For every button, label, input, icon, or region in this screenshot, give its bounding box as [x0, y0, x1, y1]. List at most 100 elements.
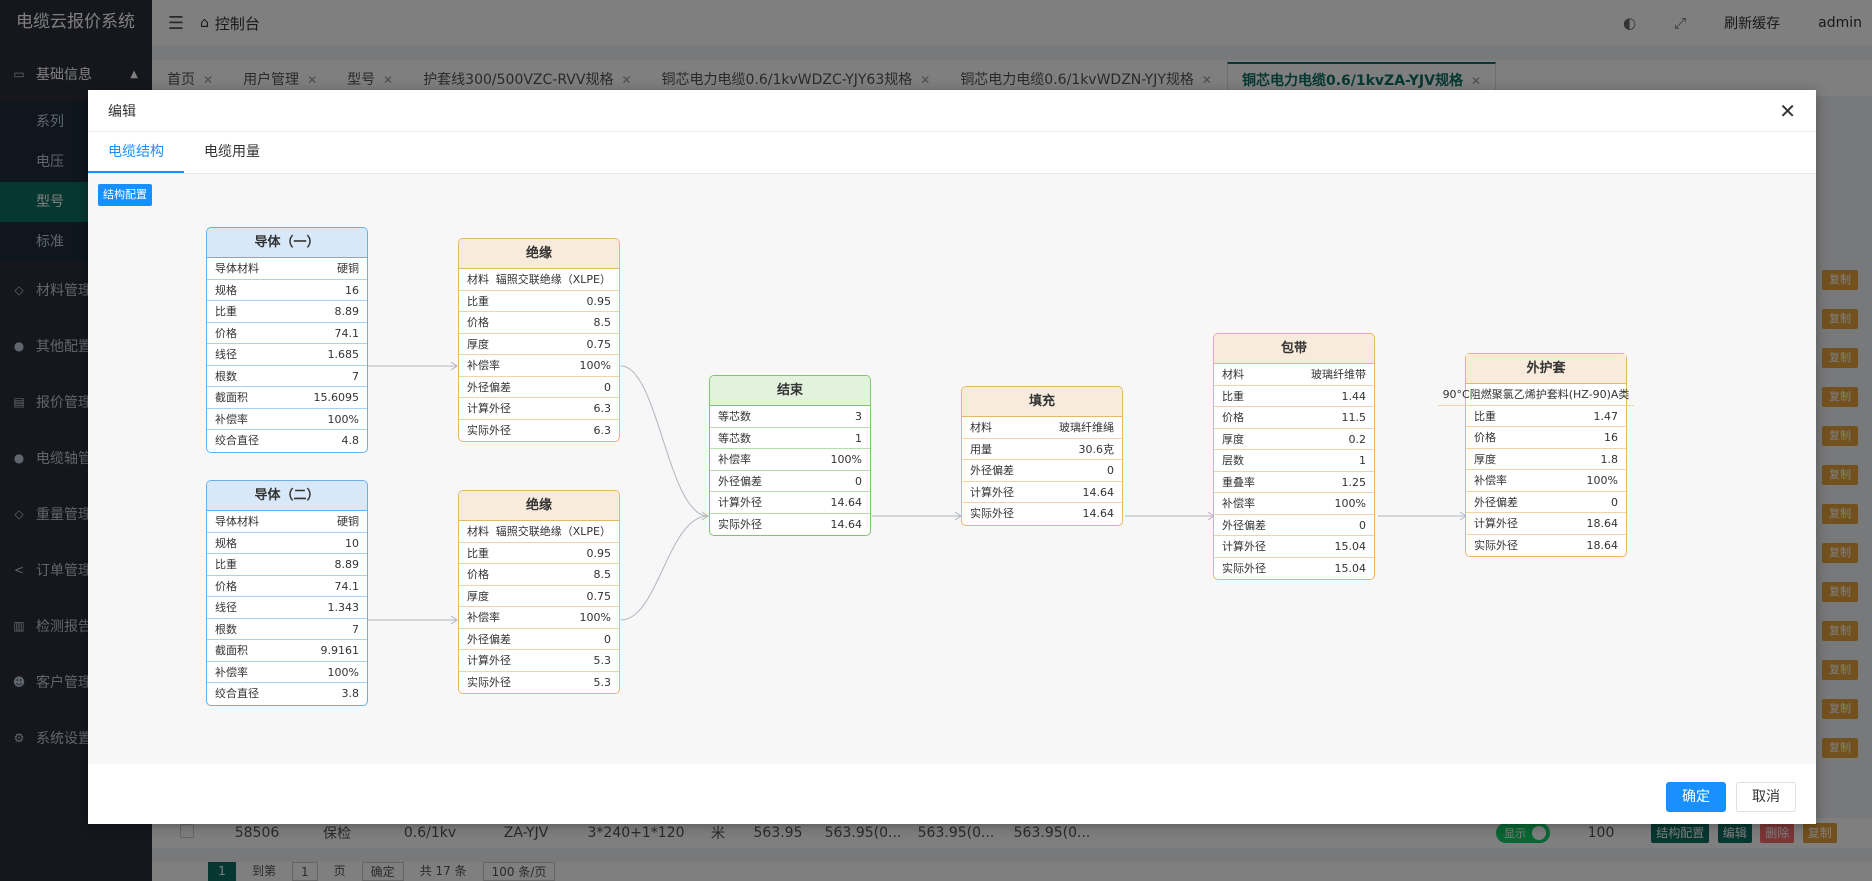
node-row-value: 10 — [345, 536, 359, 550]
node-row: 比重 0.95 — [459, 543, 619, 564]
node-row-value: 14.64 — [830, 496, 863, 509]
node-filler[interactable]: 填充 材料 玻璃纤维绳 用量 30.6克 外径偏差 0 计算外径 14.64 实际外径 14.64 — [961, 386, 1123, 526]
node-row-label: 根数 — [215, 622, 237, 636]
node-row: 补偿率 100% — [1466, 470, 1626, 492]
node-conductor-1[interactable]: 导体（一） 导体材料 硬铜 规格 16 比重 8.89 价格 74.1 线径 1.685 根数 7 截面积… — [206, 227, 368, 453]
node-row: 补偿率 100% — [207, 409, 367, 430]
node-row: 实际外径 18.64 — [1466, 535, 1626, 557]
node-row-label: 计算外径 — [1474, 517, 1518, 530]
node-row: 材料 玻璃纤维绳 — [962, 417, 1122, 439]
node-row-value: 100% — [1586, 474, 1618, 487]
node-row-value: 0 — [1359, 518, 1366, 532]
node-row-value: 74.1 — [334, 579, 360, 593]
dialog-tabs: 电缆结构 电缆用量 — [88, 132, 1816, 174]
node-row: 绞合直径 4.8 — [207, 430, 367, 452]
node-row-label: 材料 — [970, 421, 992, 434]
node-row-value: 90°C阻燃聚氯乙烯护套料(HZ-90)A类 — [1442, 388, 1630, 401]
node-row: 实际外径 14.64 — [710, 514, 870, 536]
node-row-label: 补偿率 — [467, 611, 500, 624]
node-title: 导体（二） — [207, 481, 367, 511]
node-row-label: 计算外径 — [1222, 540, 1266, 553]
node-row: 外径偏差 0 — [710, 471, 870, 492]
node-row: 规格 10 — [207, 533, 367, 554]
node-row: 补偿率 100% — [1214, 493, 1374, 515]
node-row-label: 等芯数 — [718, 431, 751, 445]
node-row-label: 比重 — [467, 294, 489, 308]
node-row-label: 实际外径 — [467, 675, 511, 689]
node-row-label: 计算外径 — [467, 654, 511, 667]
node-title: 结束 — [710, 376, 870, 406]
node-row-label: 价格 — [467, 568, 489, 581]
node-row: 绞合直径 3.8 — [207, 683, 367, 705]
node-row: 价格 74.1 — [207, 323, 367, 344]
node-row-label: 补偿率 — [718, 453, 751, 466]
close-icon[interactable]: ✕ — [1779, 99, 1796, 123]
node-row-label: 补偿率 — [467, 359, 500, 372]
node-row-value: 玻璃纤维绳 — [1059, 421, 1114, 434]
node-row: 实际外径 5.3 — [459, 672, 619, 694]
node-row-value: 0 — [604, 632, 611, 646]
node-row-value: 1.47 — [1593, 409, 1619, 423]
node-row-label: 厚度 — [1474, 452, 1496, 466]
node-row: 比重 1.47 — [1466, 406, 1626, 427]
node-row-value: 1.25 — [1341, 475, 1367, 489]
node-row-label: 根数 — [215, 369, 237, 383]
node-row-label: 外径偏差 — [467, 380, 511, 394]
link-insulation1-bundle — [620, 365, 709, 517]
node-row-value: 14.64 — [1082, 485, 1115, 499]
node-row: 计算外径 15.04 — [1214, 536, 1374, 558]
node-row-label: 外径偏差 — [718, 474, 762, 488]
node-row: 补偿率 100% — [459, 607, 619, 629]
cancel-button[interactable]: 取消 — [1736, 782, 1796, 812]
node-row: 价格 74.1 — [207, 576, 367, 597]
node-row-label: 价格 — [215, 326, 237, 340]
node-conductor-2[interactable]: 导体（二） 导体材料 硬铜 规格 10 比重 8.89 价格 74.1 线径 1.343 根数 7 截面积… — [206, 480, 368, 706]
node-row: 比重 0.95 — [459, 291, 619, 312]
node-row-label: 绞合直径 — [215, 687, 259, 700]
link-insulation2-bundle — [620, 515, 709, 621]
node-row: 根数 7 — [207, 619, 367, 640]
node-row-value: 8.89 — [334, 558, 360, 571]
node-outer-sheath[interactable]: 外护套 90°C阻燃聚氯乙烯护套料(HZ-90)A类 比重 1.47 价格 16 厚度 1.8… — [1438, 353, 1634, 557]
tab-cable-structure[interactable]: 电缆结构 — [88, 132, 184, 173]
node-row-value: 5.3 — [593, 654, 612, 667]
node-row: 外径偏差 0 — [459, 629, 619, 650]
confirm-button[interactable]: 确定 — [1666, 782, 1726, 812]
node-row: 实际外径 14.64 — [962, 503, 1122, 525]
edit-dialog: 编辑 ✕ 电缆结构 电缆用量 结构配置 导体（一） 导体材料 硬铜 规格 16 … — [88, 90, 1816, 824]
node-title: 外护套 — [1466, 354, 1626, 384]
node-row: 计算外径 14.64 — [710, 492, 870, 514]
node-row-value: 15.04 — [1334, 540, 1367, 553]
node-row-label: 价格 — [1474, 431, 1496, 444]
node-row-label: 等芯数 — [718, 410, 751, 423]
node-row: 比重 1.44 — [1214, 386, 1374, 407]
node-row-value: 0 — [1107, 464, 1114, 477]
node-row: 材料 辐照交联绝缘（XLPE） — [459, 521, 619, 543]
node-row: 线径 1.343 — [207, 597, 367, 619]
node-title: 包带 — [1214, 334, 1374, 364]
node-row-label: 重叠率 — [1222, 475, 1255, 489]
node-row-label: 导体材料 — [215, 515, 259, 528]
node-row-value: 100% — [1334, 497, 1366, 510]
node-row-label: 实际外径 — [467, 423, 511, 437]
node-title: 绝缘 — [459, 239, 619, 269]
node-row: 比重 8.89 — [207, 301, 367, 323]
node-row-label: 用量 — [970, 442, 992, 456]
node-row-value: 0.95 — [586, 294, 612, 308]
node-row-label: 比重 — [1474, 409, 1496, 423]
node-row-label: 层数 — [1222, 454, 1244, 467]
node-row: 线径 1.685 — [207, 344, 367, 366]
node-row-value: 7 — [352, 369, 359, 383]
node-bundle[interactable]: 结束 等芯数 3 等芯数 1 补偿率 100% 外径偏差 0 计算外径 14.64 实际外径 14.64 — [709, 375, 871, 536]
node-row: 厚度 1.8 — [1466, 449, 1626, 470]
node-row-value: 100% — [579, 611, 611, 624]
node-row-value: 1 — [855, 431, 862, 445]
node-row: 实际外径 15.04 — [1214, 558, 1374, 580]
node-row-label: 价格 — [1222, 411, 1244, 424]
tab-cable-usage[interactable]: 电缆用量 — [184, 132, 280, 173]
node-insulation-2[interactable]: 绝缘 材料 辐照交联绝缘（XLPE） 比重 0.95 价格 8.5 厚度 0.75 补偿率 100%… — [458, 490, 620, 694]
node-row-label: 价格 — [215, 579, 237, 593]
node-insulation-1[interactable]: 绝缘 材料 辐照交联绝缘（XLPE） 比重 0.95 价格 8.5 厚度 0.75 补偿率 100%… — [458, 238, 620, 442]
node-row: 价格 8.5 — [459, 312, 619, 334]
node-tape[interactable]: 包带 材料 玻璃纤维带 比重 1.44 价格 11.5 厚度 0.2 层数 1 重叠率 1.25 补偿率 1… — [1213, 333, 1375, 580]
